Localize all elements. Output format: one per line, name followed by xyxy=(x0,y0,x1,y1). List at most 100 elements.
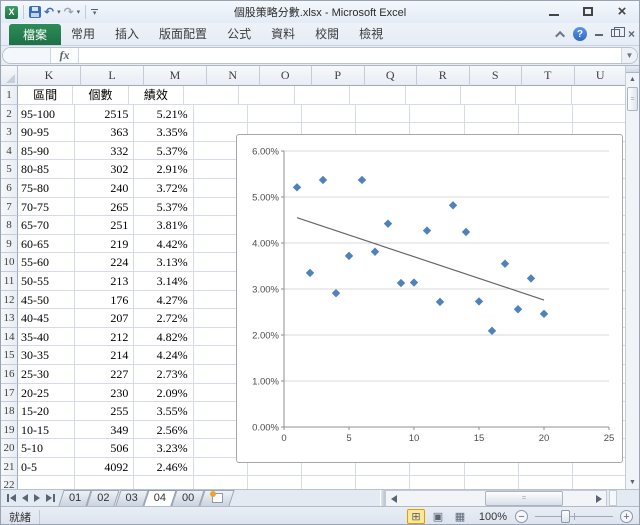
cell-K20[interactable]: 5-10 xyxy=(18,439,75,458)
cell-Q1[interactable] xyxy=(350,86,405,105)
cell-L18[interactable]: 255 xyxy=(75,402,134,421)
cell-K14[interactable]: 35-40 xyxy=(18,328,75,347)
trendline[interactable] xyxy=(297,218,544,300)
zoom-level-label[interactable]: 100% xyxy=(473,511,507,523)
expand-ribbon-icon[interactable] xyxy=(555,30,565,40)
normal-view-button[interactable]: ⊞ xyxy=(407,509,425,524)
sheet-tab-04[interactable]: 04 xyxy=(146,490,174,506)
cell-K18[interactable]: 15-20 xyxy=(18,402,75,421)
cell-T2[interactable] xyxy=(519,105,573,124)
scatter-point[interactable] xyxy=(449,201,457,209)
cell-L13[interactable]: 207 xyxy=(75,309,134,328)
ribbon-tab-4[interactable]: 公式 xyxy=(217,22,261,45)
row-header-9[interactable]: 9 xyxy=(1,235,18,254)
cell-L20[interactable]: 506 xyxy=(75,439,134,458)
cell-M17[interactable]: 2.09% xyxy=(134,384,193,403)
cell-R2[interactable] xyxy=(410,105,464,124)
cell-L17[interactable]: 230 xyxy=(75,384,134,403)
cell-L1[interactable]: 個數 xyxy=(73,86,128,105)
scatter-point[interactable] xyxy=(319,176,327,184)
row-header-18[interactable]: 18 xyxy=(1,402,18,421)
cell-K6[interactable]: 75-80 xyxy=(18,179,75,198)
cell-U1[interactable] xyxy=(572,86,627,105)
zoom-in-button[interactable]: + xyxy=(620,510,633,523)
scroll-left-button[interactable] xyxy=(386,491,401,506)
cell-O2[interactable] xyxy=(248,105,302,124)
minimize-button[interactable] xyxy=(545,6,563,18)
split-handle[interactable] xyxy=(626,66,639,73)
cell-P1[interactable] xyxy=(295,86,350,105)
workbook-minimize-button[interactable] xyxy=(595,29,603,39)
formula-bar-expand-button[interactable]: ▼ xyxy=(621,48,637,63)
cell-L14[interactable]: 212 xyxy=(75,328,134,347)
cell-K21[interactable]: 0-5 xyxy=(18,458,75,477)
cell-S22[interactable] xyxy=(465,476,519,489)
cell-R1[interactable] xyxy=(406,86,461,105)
cell-Q2[interactable] xyxy=(356,105,410,124)
cell-M1[interactable]: 績效 xyxy=(129,86,184,105)
cell-S1[interactable] xyxy=(461,86,516,105)
cell-L11[interactable]: 213 xyxy=(75,272,134,291)
cell-U22[interactable] xyxy=(573,476,627,489)
row-header-6[interactable]: 6 xyxy=(1,179,18,198)
ribbon-tab-7[interactable]: 檢視 xyxy=(349,22,393,45)
row-header-2[interactable]: 2 xyxy=(1,105,18,124)
insert-function-button[interactable]: fx xyxy=(51,48,79,63)
sheet-tab-03[interactable]: 03 xyxy=(118,490,146,506)
cell-K1[interactable]: 區間 xyxy=(18,86,73,105)
cell-M13[interactable]: 2.72% xyxy=(134,309,193,328)
save-button[interactable] xyxy=(29,6,41,18)
name-box[interactable] xyxy=(3,48,51,63)
cell-M15[interactable]: 4.24% xyxy=(134,346,193,365)
cell-N1[interactable] xyxy=(184,86,239,105)
column-header-N[interactable]: N xyxy=(207,66,260,86)
cell-K10[interactable]: 55-60 xyxy=(18,253,75,272)
cell-M20[interactable]: 3.23% xyxy=(134,439,193,458)
scatter-point[interactable] xyxy=(384,219,392,227)
vertical-scrollbar-thumb[interactable]: = xyxy=(627,87,638,111)
cell-U2[interactable] xyxy=(573,105,627,124)
previous-sheet-button[interactable] xyxy=(22,494,28,502)
cell-M22[interactable] xyxy=(134,476,193,489)
row-header-21[interactable]: 21 xyxy=(1,458,18,477)
cell-M11[interactable]: 3.14% xyxy=(134,272,193,291)
cell-M6[interactable]: 3.72% xyxy=(134,179,193,198)
column-header-S[interactable]: S xyxy=(470,66,523,86)
cell-K7[interactable]: 70-75 xyxy=(18,198,75,217)
redo-button[interactable]: ↷ xyxy=(64,6,74,18)
cell-M18[interactable]: 3.55% xyxy=(134,402,193,421)
cell-L21[interactable]: 4092 xyxy=(75,458,134,477)
scatter-point[interactable] xyxy=(332,289,340,297)
cell-Q22[interactable] xyxy=(356,476,410,489)
cell-L3[interactable]: 363 xyxy=(75,123,134,142)
cell-M4[interactable]: 5.37% xyxy=(134,142,193,161)
cell-M19[interactable]: 2.56% xyxy=(134,421,193,440)
cell-O22[interactable] xyxy=(248,476,302,489)
cell-M14[interactable]: 4.82% xyxy=(134,328,193,347)
scatter-point[interactable] xyxy=(358,176,366,184)
scroll-down-button[interactable]: ▼ xyxy=(626,476,639,489)
cell-P22[interactable] xyxy=(302,476,356,489)
cell-N2[interactable] xyxy=(194,105,248,124)
cell-T1[interactable] xyxy=(516,86,571,105)
cell-K12[interactable]: 45-50 xyxy=(18,291,75,310)
cell-K22[interactable] xyxy=(18,476,75,489)
row-header-14[interactable]: 14 xyxy=(1,328,18,347)
row-header-17[interactable]: 17 xyxy=(1,384,18,403)
scatter-point[interactable] xyxy=(397,279,405,287)
cell-M2[interactable]: 5.21% xyxy=(134,105,193,124)
scatter-point[interactable] xyxy=(436,298,444,306)
cell-R22[interactable] xyxy=(410,476,464,489)
cell-K19[interactable]: 10-15 xyxy=(18,421,75,440)
row-header-12[interactable]: 12 xyxy=(1,291,18,310)
scroll-right-button[interactable] xyxy=(591,491,606,506)
scatter-point[interactable] xyxy=(514,305,522,313)
cell-L16[interactable]: 227 xyxy=(75,365,134,384)
cell-N22[interactable] xyxy=(194,476,248,489)
row-header-8[interactable]: 8 xyxy=(1,216,18,235)
cell-M5[interactable]: 2.91% xyxy=(134,160,193,179)
workbook-restore-button[interactable] xyxy=(611,29,620,40)
cell-L12[interactable]: 176 xyxy=(75,291,134,310)
row-header-19[interactable]: 19 xyxy=(1,421,18,440)
cell-T22[interactable] xyxy=(519,476,573,489)
